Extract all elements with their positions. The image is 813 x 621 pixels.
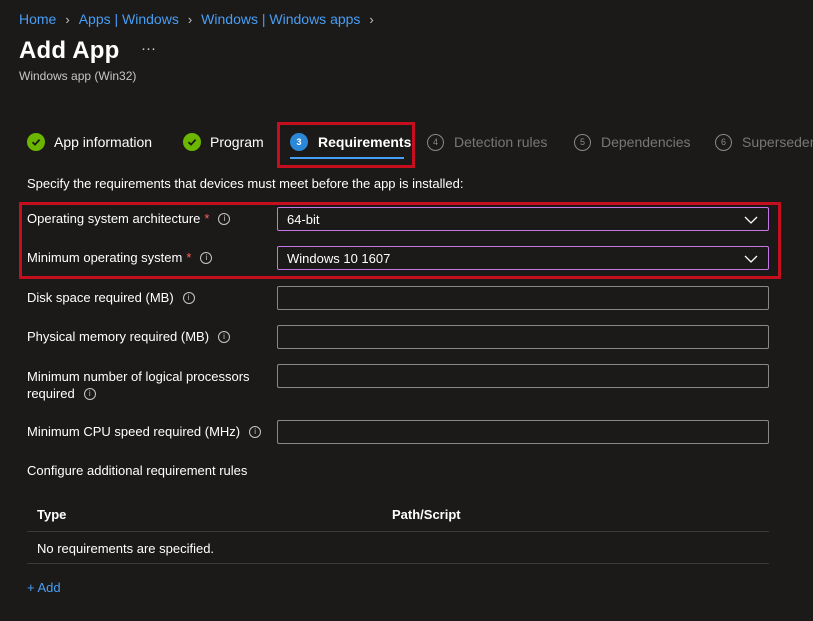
more-options-button[interactable]: ··· <box>141 40 156 57</box>
step-label: Program <box>210 134 264 150</box>
info-icon[interactable]: i <box>218 330 231 343</box>
step-detection-rules[interactable]: 4 Detection rules <box>427 130 547 154</box>
cpu-speed-input[interactable] <box>277 420 769 444</box>
step-number-badge: 6 <box>715 133 732 151</box>
step-supersedence[interactable]: 6 Supersedence <box>715 130 813 154</box>
step-label: Dependencies <box>601 134 691 150</box>
step-number-badge: 3 <box>290 133 308 151</box>
step-dependencies[interactable]: 5 Dependencies <box>574 130 691 154</box>
table-divider <box>27 531 769 532</box>
chevron-right-icon: › <box>369 11 374 27</box>
table-divider <box>27 563 769 564</box>
step-label: App information <box>54 134 153 150</box>
empty-table-message: No requirements are specified. <box>37 541 215 556</box>
required-asterisk: * <box>204 211 210 226</box>
column-header-type[interactable]: Type <box>37 507 66 522</box>
checkmark-icon <box>27 133 45 151</box>
page-subtitle: Windows app (Win32) <box>19 69 137 83</box>
os-architecture-select[interactable]: 64-bit <box>277 207 769 231</box>
chevron-right-icon: › <box>65 11 70 27</box>
checkmark-icon <box>183 133 201 151</box>
step-label: Detection rules <box>454 134 548 150</box>
step-label: Supersedence <box>742 134 813 150</box>
minimum-os-select[interactable]: Windows 10 1607 <box>277 246 769 270</box>
page-title: Add App <box>19 37 120 64</box>
required-asterisk: * <box>186 250 192 265</box>
column-header-path-script[interactable]: Path/Script <box>392 507 461 522</box>
chevron-down-icon <box>744 212 758 227</box>
physical-memory-label: Physical memory required (MB) i <box>27 329 231 344</box>
active-step-underline <box>290 157 404 159</box>
logical-processors-input[interactable] <box>277 364 769 388</box>
step-number-badge: 5 <box>574 133 591 151</box>
step-app-information[interactable]: App information <box>27 130 152 154</box>
disk-space-label: Disk space required (MB) i <box>27 290 195 305</box>
info-icon[interactable]: i <box>249 425 262 438</box>
physical-memory-input[interactable] <box>277 325 769 349</box>
breadcrumb-home[interactable]: Home <box>19 11 56 27</box>
disk-space-input[interactable] <box>277 286 769 310</box>
cpu-speed-label: Minimum CPU speed required (MHz) i <box>27 424 262 439</box>
info-icon[interactable]: i <box>218 212 231 225</box>
minimum-os-label: Minimum operating system * i <box>27 250 213 265</box>
step-label: Requirements <box>318 134 412 150</box>
info-icon[interactable]: i <box>182 291 195 304</box>
chevron-down-icon <box>744 251 758 266</box>
breadcrumb: Home › Apps | Windows › Windows | Window… <box>19 11 383 27</box>
os-architecture-value: 64-bit <box>287 211 320 227</box>
os-architecture-label: Operating system architecture * i <box>27 211 231 226</box>
info-icon[interactable]: i <box>200 251 213 264</box>
chevron-right-icon: › <box>187 11 193 27</box>
requirements-intro: Specify the requirements that devices mu… <box>27 176 464 191</box>
logical-processors-label: Minimum number of logical processors req… <box>27 369 250 401</box>
info-icon[interactable]: i <box>83 387 96 400</box>
add-rule-button[interactable]: + Add <box>27 580 61 595</box>
minimum-os-value: Windows 10 1607 <box>287 250 391 266</box>
step-program[interactable]: Program <box>183 130 264 154</box>
additional-rules-heading: Configure additional requirement rules <box>27 463 248 478</box>
step-requirements[interactable]: 3 Requirements <box>290 130 411 154</box>
breadcrumb-windows-apps[interactable]: Windows | Windows apps <box>201 11 360 27</box>
breadcrumb-apps-windows[interactable]: Apps | Windows <box>79 11 179 27</box>
step-number-badge: 4 <box>427 133 444 151</box>
